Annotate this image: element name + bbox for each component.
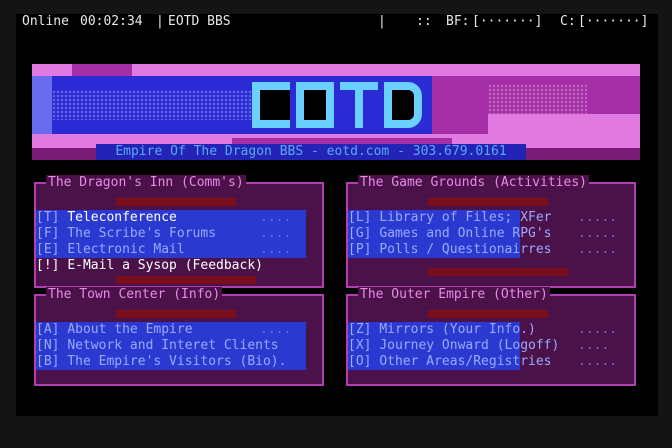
menu-dots: ..... — [578, 226, 618, 241]
menu-key: [G] — [348, 226, 372, 241]
menu-dots: .... — [260, 242, 292, 257]
menu-dots: ..... — [578, 322, 618, 337]
menu-label: Electronic Mail — [67, 242, 185, 257]
panel-outer-empire: The Outer Empire (Other) [Z] Mirrors (Yo… — [346, 287, 636, 386]
panel-accent — [428, 310, 548, 318]
terminal-status-bar: Online 00:02:34 | EOTD BBS | :: BF: [···… — [16, 14, 658, 30]
menu-key: [T] — [36, 210, 60, 225]
menu-label: Games and Online RPG's — [379, 226, 552, 241]
panel-title: The Game Grounds (Activities) — [358, 175, 589, 191]
banner-stripe — [72, 64, 132, 76]
panel-game-grounds: The Game Grounds (Activities) [L] Librar… — [346, 175, 636, 288]
menu-label: Journey Onward (Logoff) — [379, 338, 560, 353]
menu-label: Polls / Questionairres — [379, 242, 552, 257]
menu-label: Other Areas/Registries — [379, 354, 552, 369]
menu-key: [A] — [36, 322, 60, 337]
panel-title: The Town Center (Info) — [46, 287, 223, 303]
capture-label: C: — [560, 14, 576, 29]
online-label: Online — [22, 14, 69, 29]
panel-accent — [428, 198, 548, 206]
menu-item-teleconference[interactable]: [T] Teleconference.... — [36, 210, 306, 226]
banner-panel — [488, 114, 640, 134]
menu-label: Mirrors (Your Info.) — [379, 322, 536, 337]
menu-key: [F] — [36, 226, 60, 241]
panel-title: The Outer Empire (Other) — [358, 287, 550, 303]
banner-dither — [52, 90, 252, 120]
menu-item-library[interactable]: [L] Library of Files; XFer..... — [348, 210, 618, 226]
menu-key: [B] — [36, 354, 60, 369]
menu-dots: .... — [578, 338, 610, 353]
menu-item-visitors[interactable]: [B] The Empire's Visitors (Bio). — [36, 354, 306, 370]
board-name: EOTD BBS — [168, 14, 231, 29]
status-marker: :: — [416, 14, 432, 29]
menu-item-other-areas[interactable]: [O] Other Areas/Registries..... — [348, 354, 618, 370]
menu-item-forums[interactable]: [F] The Scribe's Forums.... — [36, 226, 306, 242]
logo-glyph — [384, 82, 422, 128]
logo-glyph — [296, 82, 334, 128]
menu-item-mirrors[interactable]: [Z] Mirrors (Your Info.)..... — [348, 322, 618, 338]
menu-key: [Z] — [348, 322, 372, 337]
menu-item-games[interactable]: [G] Games and Online RPG's..... — [348, 226, 618, 242]
panel-title: The Dragon's Inn (Comm's) — [46, 175, 246, 191]
menu-label: The Empire's Visitors (Bio). — [67, 354, 287, 369]
panel-accent — [116, 276, 256, 284]
bbs-tagline: Empire Of The Dragon BBS - eotd.com - 30… — [96, 144, 526, 160]
menu-dots: .... — [260, 322, 292, 337]
panel-accent — [116, 310, 236, 318]
logo-glyph — [252, 82, 290, 128]
online-timer: 00:02:34 — [80, 14, 143, 29]
menu-key: [L] — [348, 210, 372, 225]
menu-dots: ..... — [578, 242, 618, 257]
menu-label: E-Mail a Sysop (Feedback) — [67, 258, 263, 273]
menu-dots: .... — [260, 226, 292, 241]
menu-label: The Scribe's Forums — [67, 226, 217, 241]
status-separator: | — [378, 14, 386, 29]
menu-item-polls[interactable]: [P] Polls / Questionairres..... — [348, 242, 618, 258]
menu-item-feedback[interactable]: [!] E-Mail a Sysop (Feedback) — [36, 258, 306, 274]
menu-label: Library of Files; XFer — [379, 210, 552, 225]
panel-accent — [428, 268, 568, 276]
eotd-logo — [252, 82, 422, 128]
capture-indicator: [·······] — [578, 14, 649, 29]
panel-accent — [116, 198, 236, 206]
panel-dragons-inn: The Dragon's Inn (Comm's) [T] Teleconfer… — [34, 175, 324, 288]
menu-item-logoff[interactable]: [X] Journey Onward (Logoff).... — [348, 338, 618, 354]
status-separator: | — [156, 14, 164, 29]
menu-dots: ..... — [578, 354, 618, 369]
menu-key: [O] — [348, 354, 372, 369]
menu-key: [P] — [348, 242, 372, 257]
buffer-label: BF: — [446, 14, 470, 29]
menu-dots: ..... — [578, 210, 618, 225]
menu-dots: .... — [260, 210, 292, 225]
menu-item-network[interactable]: [N] Network and Interet Clients — [36, 338, 306, 354]
buffer-indicator: [·······] — [472, 14, 543, 29]
menu-label: Network and Interet Clients — [67, 338, 279, 353]
terminal-screen: Empire Of The Dragon BBS - eotd.com - 30… — [16, 30, 658, 416]
logo-glyph — [340, 82, 378, 128]
menu-key: [E] — [36, 242, 60, 257]
panel-town-center: The Town Center (Info) [A] About the Emp… — [34, 287, 324, 386]
menu-item-email[interactable]: [E] Electronic Mail.... — [36, 242, 306, 258]
menu-label: Teleconference — [67, 210, 177, 225]
menu-label: About the Empire — [67, 322, 193, 337]
menu-item-about[interactable]: [A] About the Empire.... — [36, 322, 306, 338]
menu-key: [N] — [36, 338, 60, 353]
banner-dither — [488, 84, 588, 114]
menu-key: [!] — [36, 258, 60, 273]
menu-key: [X] — [348, 338, 372, 353]
banner-panel — [32, 76, 52, 134]
